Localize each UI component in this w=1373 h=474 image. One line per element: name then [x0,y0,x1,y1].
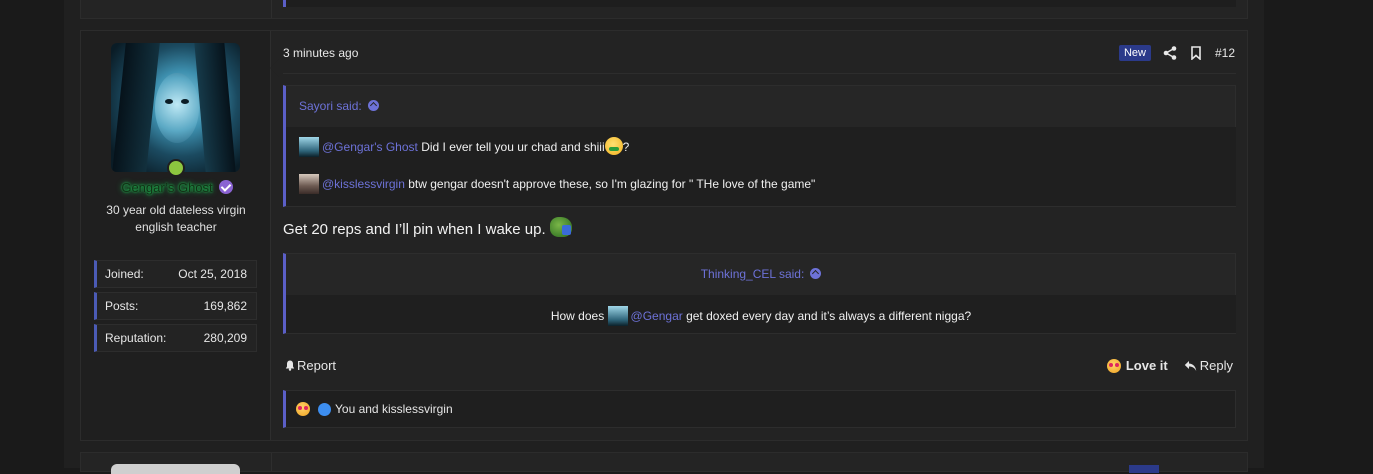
previous-post-divider [271,0,272,18]
quote-body: @Gengar's Ghost Did I ever tell you ur c… [286,127,1236,206]
mention-link[interactable]: @kisslessvirgin [322,177,405,191]
quote-block-thinking-cel: Thinking_CEL said: How does @Gengar get … [283,253,1236,334]
love-icon [1106,358,1121,373]
quote-text: Did I ever tell you ur chad and shiii [417,140,605,154]
quote-line-1: @Gengar's Ghost Did I ever tell you ur c… [299,137,629,157]
love-it-button[interactable]: Love it [1106,358,1168,373]
mention-avatar [607,306,628,326]
quote-text: btw gengar doesn't approve these, so I'm… [404,177,816,191]
pepe-emoji-icon [549,217,572,237]
reactions-text[interactable]: You and kisslessvirgin [335,402,453,416]
avatar-eye-right [181,99,189,104]
quote-block-sayori: Sayori said: @Gengar's Ghost Did I ever … [283,85,1236,207]
reply-label: Reply [1199,358,1233,373]
report-button[interactable]: Report [285,358,336,373]
user-title: 30 year old dateless virgin english teac… [81,202,271,236]
avatar[interactable] [111,43,240,172]
stat-posts: Posts: 169,862 [94,292,257,320]
quote-author[interactable]: Sayori said: [299,99,362,113]
quote-text-end: ? [622,140,630,154]
avatar-hair-right [194,43,236,172]
mention-link[interactable]: @Gengar's Ghost [322,140,418,154]
stat-value: 169,862 [203,299,247,313]
post-message-text: Get 20 reps and I’ll pin when I wake up. [283,221,546,238]
stat-label: Joined: [105,267,144,281]
arrow-up-icon[interactable] [367,100,379,111]
quote-text-end: get doxed every day and it’s always a di… [682,309,972,323]
mention-link[interactable]: @Gengar [631,309,683,323]
post-header-actions: New #12 [1118,44,1235,62]
bookmark-icon[interactable] [1189,46,1203,60]
stat-value: 280,209 [203,331,247,345]
username[interactable]: Gengar’s Ghost [119,180,214,195]
new-badge: New [1118,45,1151,61]
arrow-up-icon[interactable] [810,268,822,279]
next-post-divider [271,453,272,471]
verified-icon [218,180,233,194]
bell-icon [285,360,295,371]
stat-reputation: Reputation: 280,209 [94,324,257,352]
reply-icon [1184,360,1196,371]
quote-line-2: @kisslessvirgin btw gengar doesn't appro… [299,174,815,194]
avatar-eye-left [165,99,173,104]
report-label: Report [297,358,337,373]
online-status-dot [167,159,185,177]
like-icon [318,402,331,416]
previous-post-quote [283,0,1236,7]
stat-label: Reputation: [105,331,167,345]
previous-post [80,0,1248,19]
quote-attribution[interactable]: Sayori said: [299,99,379,113]
post-number[interactable]: #12 [1215,46,1235,60]
avatar-hair-left [112,43,160,172]
reactions-summary: You and kisslessvirgin [296,402,453,416]
quote-line: How does @Gengar get doxed every day and… [286,306,1236,326]
user-panel-arrow [270,59,279,77]
stat-joined: Joined: Oct 25, 2018 [94,260,257,288]
next-post [80,452,1248,474]
quote-attribution[interactable]: Thinking_CEL said: [286,267,1236,281]
love-icon [296,402,310,416]
reply-button[interactable]: Reply [1184,358,1233,373]
quote-body: How does @Gengar get doxed every day and… [286,295,1236,333]
stat-label: Posts: [105,299,139,313]
stat-value: Oct 25, 2018 [178,267,247,281]
quote-author[interactable]: Thinking_CEL said: [701,267,805,281]
post-message: Get 20 reps and I’ll pin when I wake up. [283,217,572,238]
post-actions: Love it Reply [1106,358,1233,373]
username-row: Gengar’s Ghost [81,180,271,200]
love-label: Love it [1125,358,1168,373]
share-icon[interactable] [1163,46,1177,60]
quote-text: How does [550,309,608,323]
user-title-line2: english teacher [135,220,217,234]
forum-post: Gengar’s Ghost 30 year old dateless virg… [80,30,1248,441]
money-mouth-emoji-icon [604,137,623,155]
mention-avatar [299,137,319,157]
user-info-panel: Gengar’s Ghost 30 year old dateless virg… [81,31,279,440]
user-title-line1: 30 year old dateless virgin [106,203,246,217]
next-post-badge [1129,465,1159,473]
next-post-avatar [111,464,240,474]
post-timestamp[interactable]: 3 minutes ago [283,46,358,60]
avatar-face [155,73,199,143]
header-divider [283,73,1236,74]
reactions-bar[interactable]: You and kisslessvirgin [283,390,1236,428]
mention-avatar [299,174,319,194]
